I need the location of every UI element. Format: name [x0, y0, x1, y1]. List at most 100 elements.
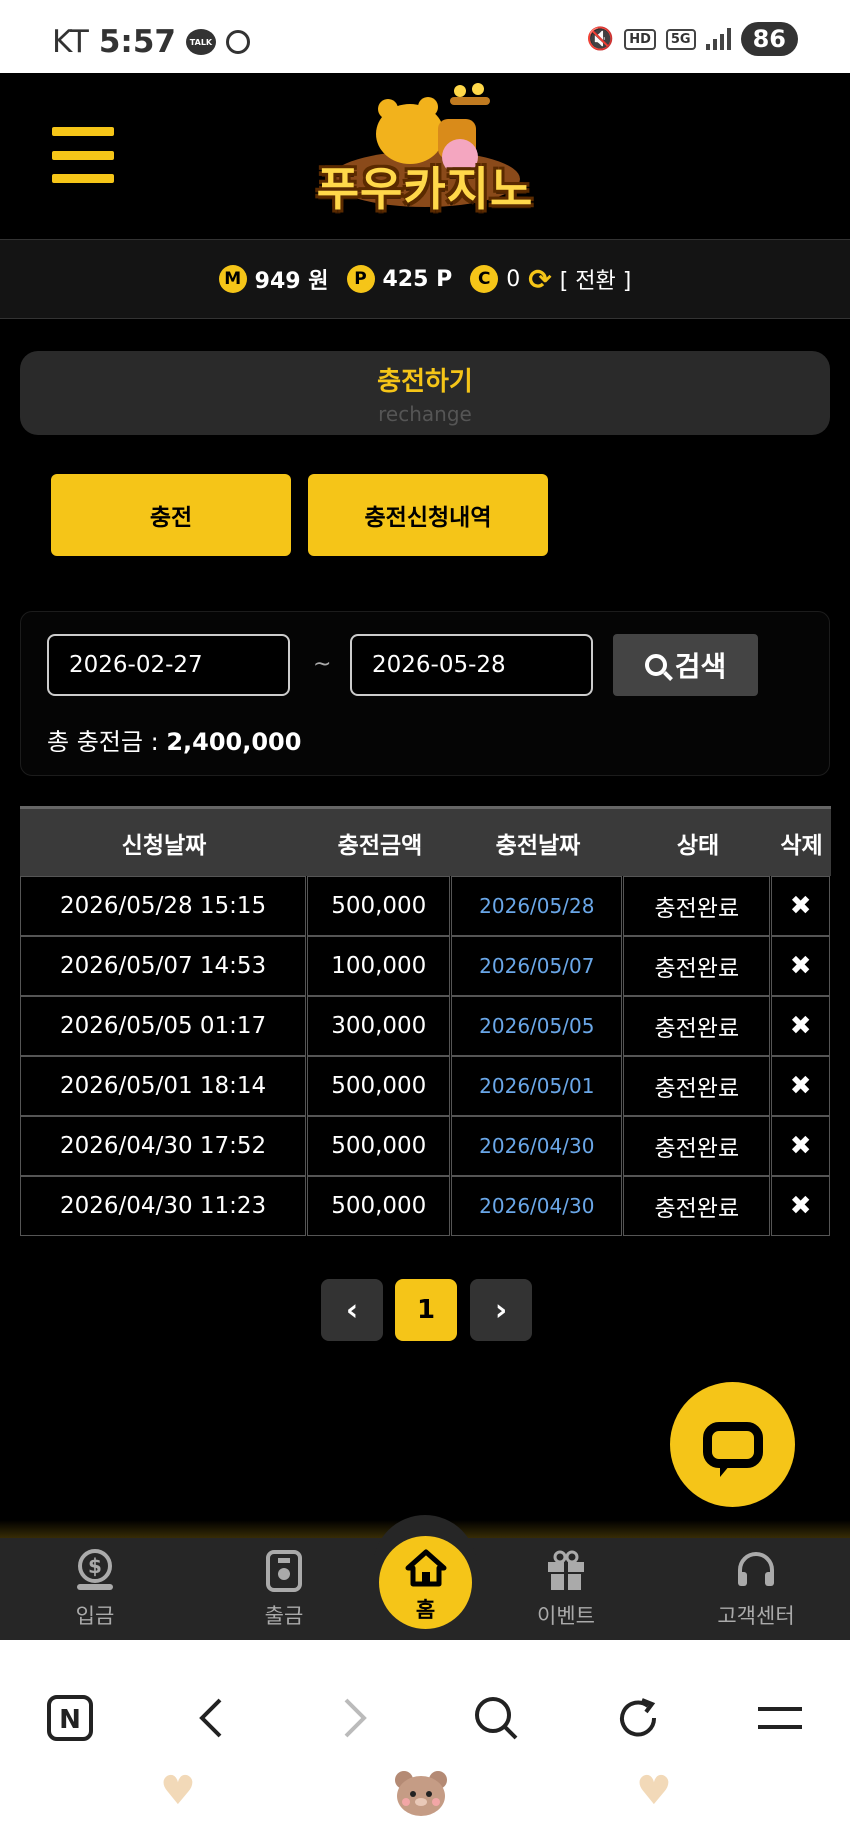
browser-search-icon[interactable]	[470, 1692, 522, 1744]
switch-link[interactable]: [ 전환 ]	[560, 263, 632, 295]
naver-home-icon[interactable]: N	[44, 1692, 96, 1744]
carrier-label: KT	[52, 24, 89, 60]
site-header: 푸우카지노	[0, 73, 850, 239]
clock: 5:57	[98, 24, 176, 60]
browser-toolbar: N ♥ ♥	[0, 1640, 850, 1842]
cell-amount: 100,000	[307, 936, 451, 996]
table-row: 2026/04/30 11:23 500,000 2026/04/30 충전완료…	[20, 1176, 831, 1236]
nav-home-label: 홈	[415, 1598, 436, 1622]
bear-sticker-icon	[392, 1768, 450, 1828]
date-separator: ~	[313, 652, 332, 677]
table-row: 2026/05/01 18:14 500,000 2026/05/01 충전완료…	[20, 1056, 831, 1116]
nav-event[interactable]: 이벤트	[496, 1548, 636, 1630]
search-button-label: 검색	[674, 650, 727, 683]
end-date-input[interactable]	[350, 634, 593, 696]
cell-status: 충전완료	[623, 1116, 771, 1176]
next-page-button[interactable]: ›	[470, 1279, 532, 1341]
cell-charge-date: 2026/05/07	[451, 936, 623, 996]
reload-icon[interactable]	[612, 1692, 664, 1744]
cell-request-date: 2026/04/30 11:23	[20, 1176, 307, 1236]
cell-amount: 500,000	[307, 1176, 451, 1236]
table-row: 2026/04/30 17:52 500,000 2026/04/30 충전완료…	[20, 1116, 831, 1176]
money-value: 949 원	[254, 269, 329, 294]
page-title-box: 충전하기 rechange	[20, 351, 830, 435]
recharge-history-table: 신청날짜 충전금액 충전날짜 상태 삭제 2026/05/28 15:15 50…	[20, 806, 831, 1236]
delete-icon[interactable]: ✖	[771, 996, 830, 1056]
start-date-input[interactable]	[47, 634, 290, 696]
header-status: 상태	[676, 832, 720, 859]
table-row: 2026/05/28 15:15 500,000 2026/05/28 충전완료…	[20, 876, 831, 936]
cell-amount: 500,000	[307, 1116, 451, 1176]
delete-icon[interactable]: ✖	[771, 1056, 830, 1116]
prev-page-button[interactable]: ‹	[321, 1279, 383, 1341]
cell-status: 충전완료	[623, 1176, 771, 1236]
nav-home[interactable]: 홈	[379, 1536, 472, 1629]
cell-request-date: 2026/05/05 01:17	[20, 996, 307, 1056]
alarm-icon	[225, 30, 250, 54]
mute-icon: 🔇	[586, 26, 615, 52]
header-charge-date: 충전날짜	[495, 832, 581, 859]
heart-sticker-icon: ♥	[160, 1768, 196, 1814]
home-icon	[379, 1548, 472, 1592]
cell-status: 충전완료	[623, 876, 771, 936]
nav-withdraw[interactable]: 출금	[214, 1548, 354, 1630]
headset-icon	[734, 1548, 778, 1592]
cell-amount: 500,000	[307, 876, 451, 936]
battery-icon: 86	[740, 22, 798, 56]
deposit-icon: $	[73, 1548, 117, 1592]
cell-status: 충전완료	[623, 996, 771, 1056]
nav-event-label: 이벤트	[537, 1604, 595, 1628]
delete-icon[interactable]: ✖	[771, 876, 830, 936]
search-button[interactable]: 검색	[613, 634, 758, 696]
hd-icon: HD	[624, 28, 656, 50]
tab-recharge[interactable]: 충전	[51, 474, 291, 556]
svg-text:N: N	[59, 1705, 81, 1735]
kakaotalk-icon: TALK	[185, 29, 216, 55]
cell-charge-date: 2026/05/01	[451, 1056, 623, 1116]
delete-icon[interactable]: ✖	[771, 936, 830, 996]
back-icon[interactable]	[186, 1692, 238, 1744]
table-row: 2026/05/07 14:53 100,000 2026/05/07 충전완료…	[20, 936, 831, 996]
point-icon: P	[346, 265, 375, 293]
nav-support[interactable]: 고객센터	[686, 1548, 826, 1630]
refresh-icon[interactable]: ⟳	[528, 263, 551, 296]
heart-sticker-icon: ♥	[636, 1768, 672, 1814]
svg-text:$: $	[88, 1554, 102, 1578]
page-title: 충전하기	[377, 367, 473, 397]
table-row: 2026/05/05 01:17 300,000 2026/05/05 충전완료…	[20, 996, 831, 1056]
cell-charge-date: 2026/04/30	[451, 1176, 623, 1236]
delete-icon[interactable]: ✖	[771, 1176, 830, 1236]
casino-coin-icon: C	[470, 265, 499, 293]
cell-charge-date: 2026/05/28	[451, 876, 623, 936]
page-1-button[interactable]: 1	[395, 1279, 457, 1341]
balance-bar: M 949 원 P 425 P C 0 ⟳ [ 전환 ]	[0, 239, 850, 319]
browser-menu-icon[interactable]	[754, 1692, 806, 1744]
nav-deposit[interactable]: $ 입금	[25, 1548, 165, 1630]
cell-request-date: 2026/05/01 18:14	[20, 1056, 307, 1116]
table-header: 신청날짜 충전금액 충전날짜 상태 삭제	[20, 806, 831, 876]
site-logo[interactable]: 푸우카지노	[310, 79, 540, 229]
withdraw-icon	[262, 1548, 306, 1592]
chat-button[interactable]	[670, 1382, 795, 1507]
money-icon: M	[218, 265, 247, 293]
chat-bubble-icon	[702, 1421, 763, 1468]
cell-amount: 500,000	[307, 1056, 451, 1116]
forward-icon[interactable]	[328, 1692, 380, 1744]
tab-recharge-history[interactable]: 충전신청내역	[308, 474, 548, 556]
header-delete: 삭제	[780, 832, 823, 859]
cell-amount: 300,000	[307, 996, 451, 1056]
hamburger-menu-icon[interactable]	[52, 127, 114, 183]
status-bar: KT 5:57 TALK 🔇 HD 5G 86	[0, 0, 850, 73]
gift-icon	[544, 1548, 588, 1592]
point-value: 425 P	[382, 266, 453, 292]
nav-support-label: 고객센터	[717, 1604, 795, 1628]
logo-text: 푸우카지노	[316, 162, 534, 216]
date-search-panel: ~ 검색 총 충전금 : 2,400,000	[20, 611, 830, 776]
total-value: 2,400,000	[166, 728, 302, 756]
cell-charge-date: 2026/04/30	[451, 1116, 623, 1176]
cell-request-date: 2026/05/07 14:53	[20, 936, 307, 996]
nav-withdraw-label: 출금	[264, 1604, 304, 1628]
delete-icon[interactable]: ✖	[771, 1116, 830, 1176]
signal-icon	[705, 28, 731, 50]
cell-request-date: 2026/04/30 17:52	[20, 1116, 307, 1176]
